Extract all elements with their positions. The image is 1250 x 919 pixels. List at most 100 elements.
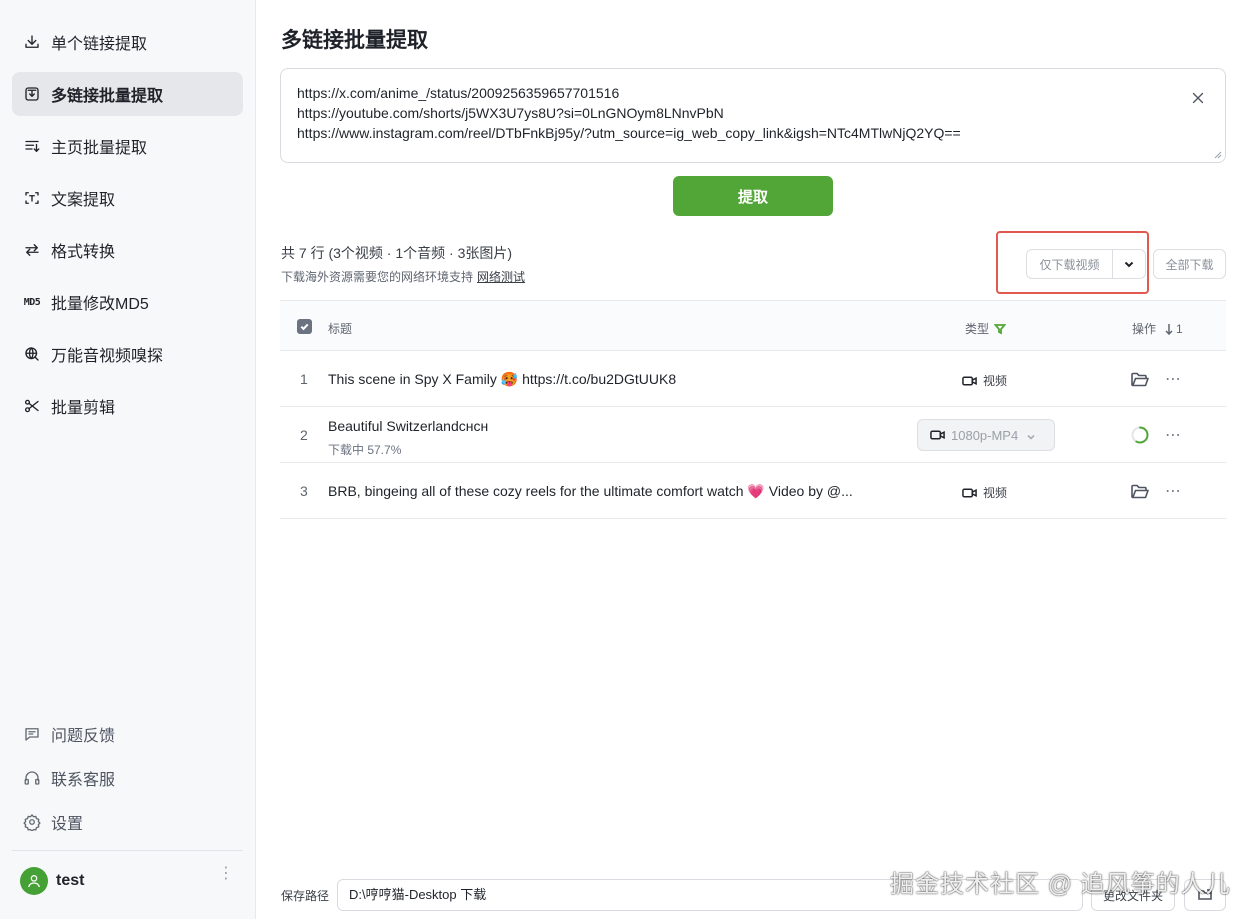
folder-icon[interactable]: [1130, 482, 1150, 500]
avatar: [20, 867, 48, 895]
sidebar-item-support[interactable]: 联系客服: [12, 756, 243, 800]
url-line: https://x.com/anime_/status/200925635965…: [297, 85, 620, 101]
row-index: 1: [300, 371, 308, 387]
gear-icon: [22, 812, 42, 832]
table-row[interactable]: 3 BRB, bingeing all of these cozy reels …: [280, 463, 1226, 519]
download-all-button[interactable]: 全部下载: [1153, 249, 1226, 279]
more-vertical-icon[interactable]: ⋮: [218, 866, 234, 882]
sidebar-item-label: 设置: [51, 816, 84, 833]
row-title-suffix: Video by @...: [768, 483, 853, 499]
headset-icon: [22, 768, 42, 788]
download-video-split-button: 仅下载视频: [1026, 249, 1146, 279]
md5-icon: MD5: [23, 296, 41, 308]
row-type-label: 视频: [983, 486, 1008, 500]
table-header: 标题 类型 操作 1: [280, 300, 1226, 351]
network-note: 下载海外资源需要您的网络环境支持 网络测试: [281, 268, 525, 285]
network-note-text: 下载海外资源需要您的网络环境支持: [281, 270, 474, 284]
sidebar-item-single-link[interactable]: 单个链接提取: [12, 20, 243, 64]
sidebar-item-label: 主页批量提取: [51, 140, 148, 157]
chevron-down-icon: [1124, 261, 1134, 268]
sidebar-item-settings[interactable]: 设置: [12, 800, 243, 844]
sniff-icon: [22, 344, 42, 364]
sidebar-item-batch-edit[interactable]: 批量剪辑: [12, 384, 243, 428]
column-header-ops-label: 操作: [1132, 322, 1157, 336]
username: test: [56, 872, 85, 889]
folder-icon[interactable]: [1130, 370, 1150, 388]
list-download-icon: [22, 136, 42, 156]
more-horizontal-icon[interactable]: ⋯: [1165, 369, 1182, 389]
heart-emoji: 💗: [747, 483, 765, 499]
row-index: 3: [300, 483, 308, 499]
page-title: 多链接批量提取: [281, 29, 428, 52]
download-status: 下载中 57.7%: [328, 443, 402, 457]
batch-download-icon: [22, 84, 42, 104]
video-camera-icon: [962, 376, 977, 385]
sidebar-item-label: 万能音视频嗅探: [51, 348, 164, 365]
video-camera-icon: [962, 488, 977, 497]
resize-grip-icon[interactable]: [1214, 151, 1222, 159]
row-type-label: 视频: [983, 374, 1008, 388]
convert-icon: [22, 240, 42, 260]
sidebar-item-label: 格式转换: [51, 244, 116, 261]
url-line: https://youtube.com/shorts/j5WX3U7ys8U?s…: [297, 105, 724, 121]
table-row[interactable]: 1 This scene in Spy X Family 🥵 https://t…: [280, 351, 1226, 407]
column-header-ops: 操作 1: [1132, 320, 1183, 337]
sidebar-item-label: 问题反馈: [51, 728, 116, 745]
column-header-title: 标题: [328, 322, 353, 336]
sidebar-item-homepage-batch[interactable]: 主页批量提取: [12, 124, 243, 168]
save-path-input[interactable]: D:\哼哼猫-Desktop 下载: [337, 879, 1083, 911]
sidebar-item-batch-links[interactable]: 多链接批量提取: [12, 72, 243, 116]
sidebar-item-feedback[interactable]: 问题反馈: [12, 712, 243, 756]
more-horizontal-icon[interactable]: ⋯: [1165, 481, 1182, 501]
user-profile[interactable]: test ⋮: [20, 866, 236, 896]
sidebar-item-md5[interactable]: MD5 批量修改MD5: [12, 280, 243, 324]
change-folder-button[interactable]: 更改文件夹: [1091, 879, 1175, 911]
sidebar-item-label: 单个链接提取: [51, 36, 148, 53]
column-header-type[interactable]: 类型: [965, 320, 1007, 337]
sidebar-item-label: 文案提取: [51, 192, 116, 209]
sidebar-item-media-sniff[interactable]: 万能音视频嗅探: [12, 332, 243, 376]
result-summary: 共 7 行 (3个视频 · 1个音频 · 3张图片): [281, 245, 513, 261]
sidebar-item-format-convert[interactable]: 格式转换: [12, 228, 243, 272]
hot-face-emoji: 🥵: [500, 371, 519, 387]
chevron-down-icon: [1026, 430, 1036, 440]
table-row[interactable]: 2 Beautiful Switzerlandснсн 下载中 57.7% 10…: [280, 407, 1226, 463]
row-type: 视频: [962, 484, 1007, 501]
format-select[interactable]: 1080p-MP4: [917, 419, 1055, 451]
open-folder-button[interactable]: [1184, 879, 1226, 911]
select-all-checkbox[interactable]: [297, 319, 312, 334]
row-title: BRB, bingeing all of these cozy reels fo…: [328, 483, 908, 500]
sidebar-item-label: 联系客服: [51, 772, 116, 789]
sidebar-bottom-nav: 问题反馈 联系客服 设置: [12, 712, 243, 844]
url-input[interactable]: https://x.com/anime_/status/200925635965…: [280, 68, 1226, 163]
row-title: This scene in Spy X Family 🥵 https://t.c…: [328, 371, 908, 388]
sidebar-item-label: 批量修改MD5: [51, 296, 149, 313]
sort-control[interactable]: 1: [1164, 322, 1183, 336]
video-camera-icon: [930, 430, 945, 440]
sidebar-item-text-extract[interactable]: 文案提取: [12, 176, 243, 220]
network-test-link[interactable]: 网络测试: [477, 270, 525, 284]
row-title-suffix: https://t.co/bu2DGtUUK8: [522, 371, 677, 387]
row-title-text: This scene in Spy X Family: [328, 371, 497, 387]
row-title: Beautiful Switzerlandснсн: [328, 418, 489, 434]
sidebar: 单个链接提取 多链接批量提取 主页批量提取 文案提取 格式转换 MD5 批量修改…: [0, 0, 256, 919]
sort-down-icon: [1165, 323, 1173, 335]
column-header-type-label: 类型: [965, 322, 990, 336]
sidebar-item-label: 多链接批量提取: [51, 88, 164, 105]
open-folder-icon: [1198, 889, 1212, 900]
close-icon[interactable]: [1189, 89, 1207, 107]
sidebar-divider: [12, 850, 243, 851]
user-icon: [28, 875, 40, 888]
extract-button[interactable]: 提取: [673, 176, 833, 216]
filter-icon: [994, 323, 1007, 334]
url-line: https://www.instagram.com/reel/DTbFnkBj9…: [297, 125, 961, 141]
sidebar-item-label: 批量剪辑: [51, 400, 116, 417]
text-scan-icon: [22, 188, 42, 208]
download-video-button[interactable]: 仅下载视频: [1027, 250, 1113, 278]
results-table: 标题 类型 操作 1 1 This scene in Spy X Family …: [280, 300, 1226, 519]
scissors-icon: [22, 396, 42, 416]
format-select-value: 1080p-MP4: [951, 427, 1019, 443]
download-options-dropdown[interactable]: [1113, 250, 1145, 278]
progress-ring-icon: [1131, 426, 1149, 444]
more-horizontal-icon[interactable]: ⋯: [1165, 425, 1182, 445]
